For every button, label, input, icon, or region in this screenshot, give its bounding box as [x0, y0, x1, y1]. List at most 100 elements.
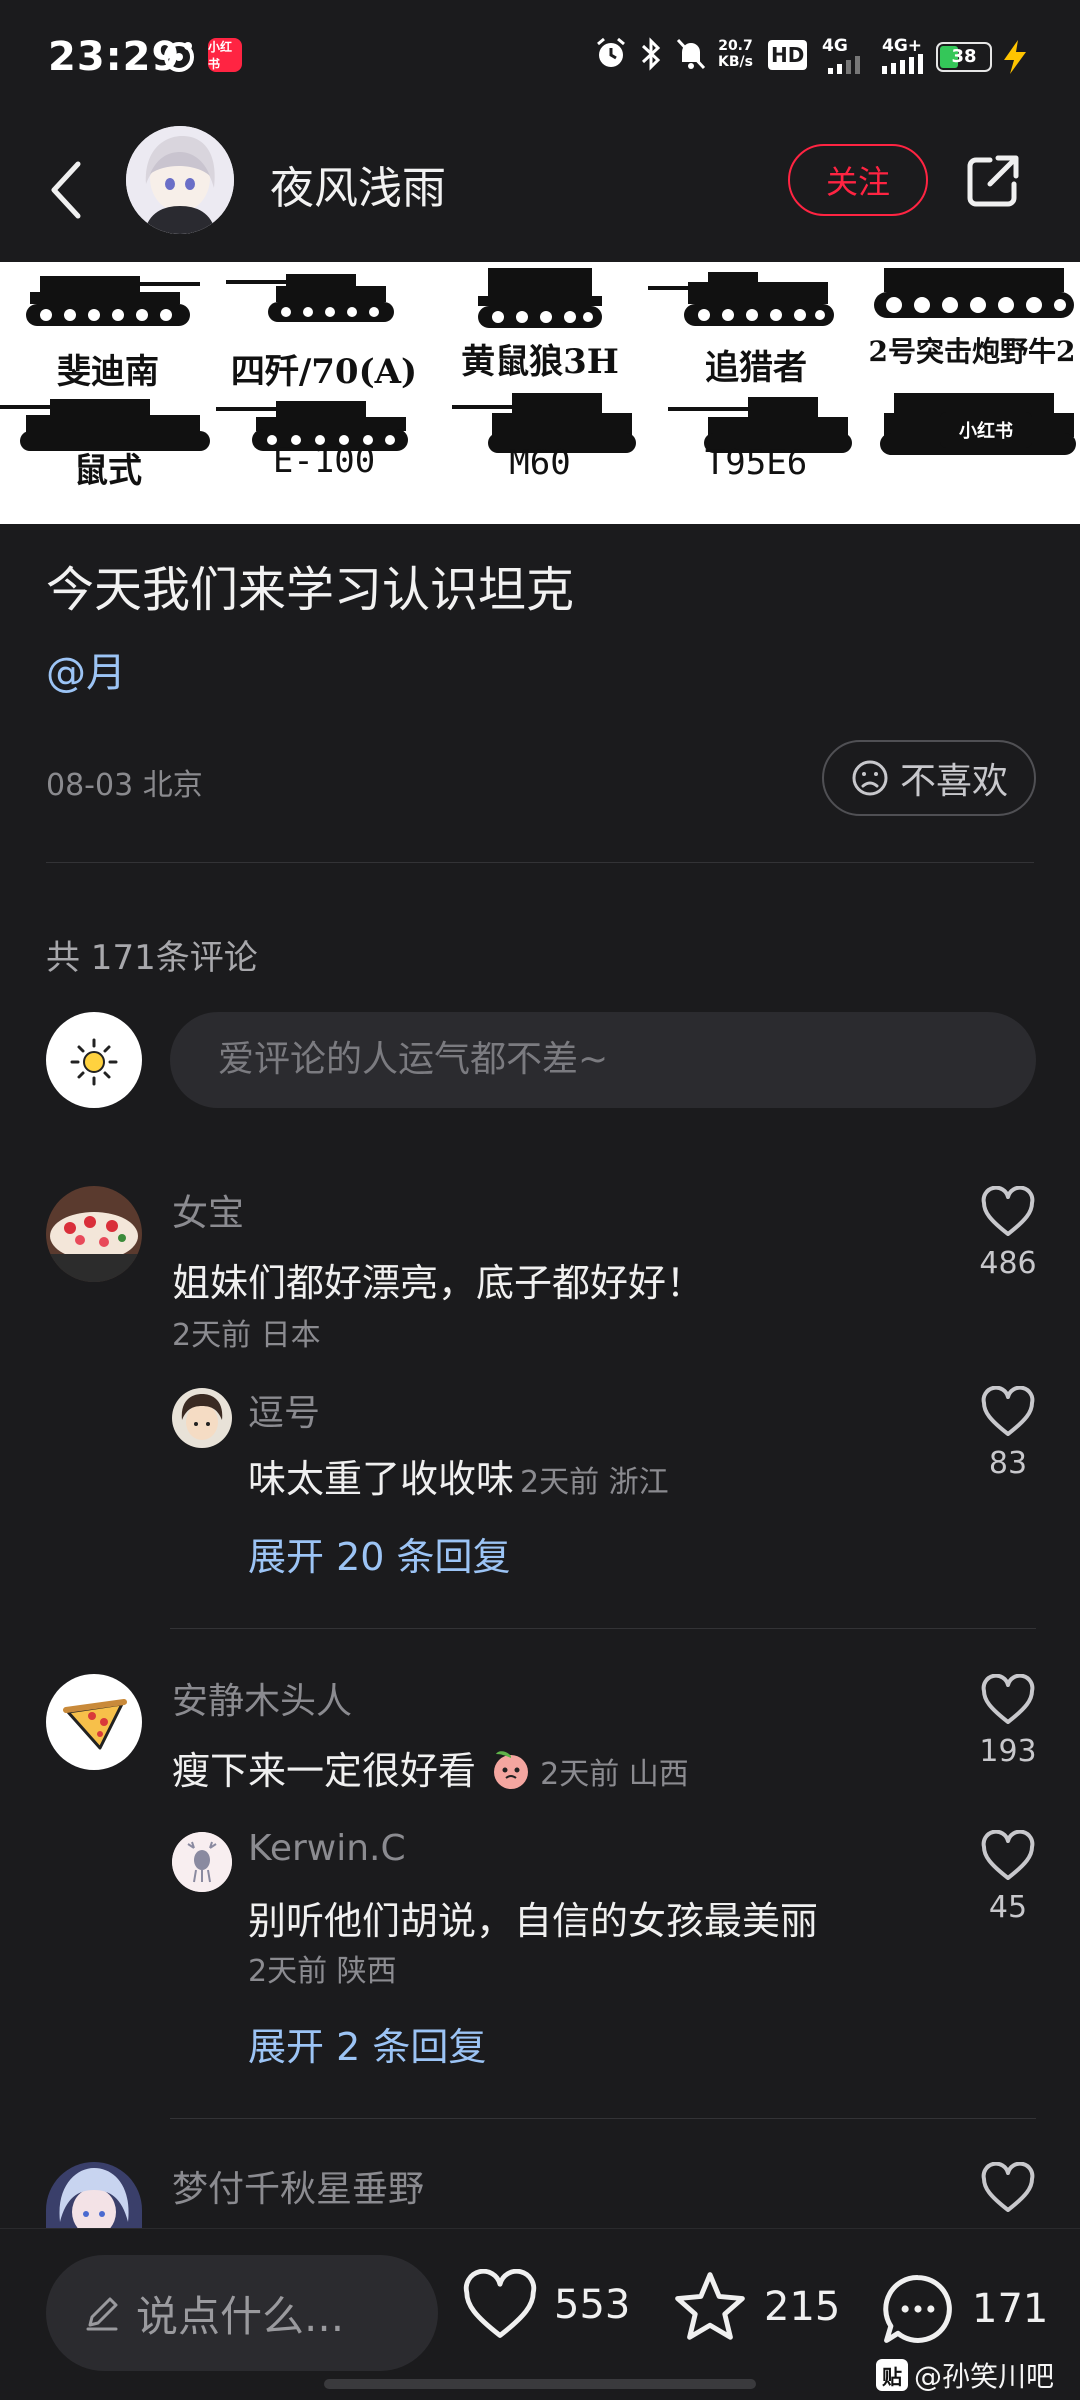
- follow-button[interactable]: 关注: [788, 144, 928, 216]
- tank-label: T95E6: [704, 443, 808, 483]
- reply-like-button[interactable]: 45: [968, 1830, 1048, 1925]
- comment-like-count: 486: [979, 1246, 1037, 1281]
- tank-cell: 黄鼠狼3H: [432, 262, 648, 393]
- sun-avatar-icon: [70, 1038, 118, 1086]
- anime-girl-avatar-image: [46, 2162, 142, 2228]
- post-header: 夜风浅雨 关注: [0, 110, 1080, 260]
- reply-avatar[interactable]: [172, 1388, 232, 1448]
- notification-icon: [164, 42, 194, 72]
- tank-cell: T95E6: [648, 393, 864, 524]
- watermark-text: @孙笑川吧: [914, 2360, 1055, 2393]
- author-avatar-image: [126, 126, 234, 234]
- dislike-label: 不喜欢: [899, 761, 1008, 802]
- battery-icon: 38: [936, 42, 992, 72]
- comment-avatar[interactable]: [46, 2162, 142, 2228]
- collect-button[interactable]: 215: [670, 2269, 840, 2345]
- heart-icon: [981, 1830, 1035, 1880]
- reply-text[interactable]: 味太重了收收味: [248, 1457, 514, 1501]
- reply-like-button[interactable]: 83: [968, 1386, 1048, 1481]
- reply-text[interactable]: 别听他们胡说，自信的女孩最美丽: [248, 1890, 818, 1945]
- share-button[interactable]: [960, 148, 1026, 214]
- comment-avatar[interactable]: [46, 1186, 142, 1282]
- peach-emoji-icon: [494, 1751, 529, 1789]
- tank-label: 鼠式: [74, 451, 142, 491]
- my-avatar: [46, 1012, 142, 1108]
- comment-meta: 2天前 日本: [172, 1318, 321, 1353]
- pizza-avatar-image: [46, 1674, 142, 1770]
- comment-avatar[interactable]: [46, 1674, 142, 1770]
- tank-silhouette-icon: [478, 268, 602, 328]
- comment-like-button[interactable]: 486: [968, 1186, 1048, 1281]
- star-count: 215: [764, 2284, 841, 2330]
- wifi-icon: [882, 54, 923, 74]
- mute-icon: [676, 38, 706, 70]
- comment-username[interactable]: 梦付千秋星垂野: [172, 2160, 424, 2212]
- xiaohongshu-watermark: 小红书: [940, 412, 1032, 448]
- comment-text[interactable]: 姐妹们都好漂亮，底子都好好！: [172, 1252, 704, 1307]
- back-icon: [51, 161, 81, 219]
- tieba-logo-icon: 贴: [876, 2359, 908, 2391]
- heart-icon: [981, 2162, 1035, 2212]
- reply-like-count: 45: [988, 1890, 1028, 1925]
- tank-label: E-100: [272, 441, 376, 481]
- author-avatar[interactable]: [126, 126, 234, 234]
- star-icon: [675, 2272, 745, 2340]
- reply-avatar[interactable]: [172, 1832, 232, 1892]
- reply-meta: 2天前 陕西: [248, 1954, 397, 1989]
- share-icon: [967, 155, 1019, 207]
- comment-like-button[interactable]: [968, 2162, 1048, 2214]
- bluetooth-icon: [641, 37, 661, 71]
- home-indicator[interactable]: [324, 2379, 756, 2389]
- network-speed-unit: KB/s: [718, 54, 753, 70]
- post-date-location: 08-03 北京: [46, 768, 203, 803]
- comment-meta: 2天前 山西: [540, 1757, 689, 1792]
- reply-like-count: 83: [988, 1446, 1028, 1481]
- hd-badge: HD: [768, 40, 808, 70]
- reply-meta: 2天前 浙江: [520, 1465, 669, 1500]
- back-button[interactable]: [36, 150, 96, 230]
- comment-like-count: 193: [979, 1734, 1037, 1769]
- post-image[interactable]: 斐迪南 四歼/70(A) 黄鼠狼3H 追猎者 2号突击炮野牛2 鼠式 E-100…: [0, 262, 1080, 524]
- pencil-icon: [86, 2297, 118, 2331]
- tank-label: M60: [509, 443, 571, 483]
- network-speed-value: 20.7: [718, 38, 753, 54]
- tank-silhouette-icon: [226, 274, 394, 322]
- tank-label: 追猎者: [705, 348, 807, 388]
- xiaohongshu-app-icon: 小红书: [208, 38, 242, 72]
- tank-label: 黄鼠狼3H: [461, 342, 619, 382]
- author-name[interactable]: 夜风浅雨: [270, 152, 446, 216]
- deer-avatar-image: [172, 1832, 232, 1892]
- signal-label-1: 4G: [822, 36, 848, 56]
- expand-replies-button[interactable]: 展开 20 条回复: [248, 1526, 511, 1581]
- comment-like-button[interactable]: 193: [968, 1674, 1048, 1769]
- say-something-input[interactable]: 说点什么...: [46, 2255, 438, 2371]
- reply-username[interactable]: 逗号: [248, 1384, 320, 1436]
- comment-input[interactable]: 爱评论的人运气都不差~: [170, 1012, 1036, 1108]
- network-speed: 20.7 KB/s: [718, 38, 753, 70]
- tank-label: 四歼/70(A): [230, 352, 418, 392]
- heart-icon: [981, 1674, 1035, 1724]
- like-post-button[interactable]: 553: [460, 2269, 630, 2341]
- comment-divider: [170, 2118, 1036, 2119]
- reply-username[interactable]: Kerwin.C: [248, 1828, 406, 1869]
- dislike-button[interactable]: 不喜欢: [822, 740, 1036, 816]
- heart-icon: [463, 2269, 537, 2338]
- tank-cell: 鼠式: [0, 393, 216, 524]
- expand-replies-button[interactable]: 展开 2 条回复: [248, 2016, 486, 2071]
- tank-cell: 斐迪南: [0, 262, 216, 393]
- mention-link[interactable]: @月: [46, 640, 126, 698]
- tank-cell: 追猎者: [648, 262, 864, 393]
- comment-text[interactable]: 瘦下来一定很好看: [172, 1749, 476, 1793]
- say-something-placeholder: 说点什么...: [136, 2291, 345, 2341]
- comment-username[interactable]: 女宝: [172, 1184, 244, 1236]
- tank-label: 2号突击炮野牛2: [868, 335, 1076, 368]
- reply-text-line: 味太重了收收味 2天前 浙江: [248, 1448, 669, 1503]
- comment-button[interactable]: 171: [878, 2269, 1048, 2349]
- comment-username[interactable]: 安静木头人: [172, 1672, 352, 1724]
- status-time: 23:29: [48, 34, 181, 80]
- anime-boy-avatar-image: [172, 1388, 232, 1448]
- tank-cell: M60: [432, 393, 648, 524]
- signal-icon: [828, 56, 860, 74]
- tank-cell: 2号突击炮野牛2: [864, 262, 1080, 393]
- tank-label: 斐迪南: [57, 352, 159, 392]
